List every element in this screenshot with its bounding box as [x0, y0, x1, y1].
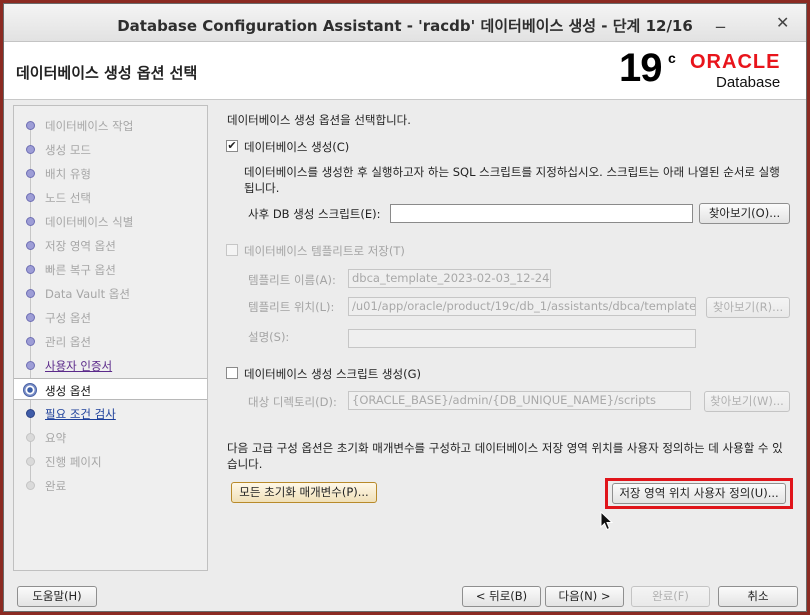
template-name-label: 템플리트 이름(A):: [248, 273, 336, 287]
page-title: 데이터베이스 생성 옵션 선택: [16, 64, 198, 82]
mouse-cursor-icon: [600, 511, 614, 531]
sidebar-step-label: 저장 영역 옵션: [45, 239, 116, 253]
window-title: Database Configuration Assistant - 'racd…: [117, 17, 693, 35]
step-status-icon: [26, 457, 35, 466]
sidebar-step: 저장 영역 옵션: [14, 234, 207, 256]
template-name-input[interactable]: dbca_template_2023-02-03_12-24-: [348, 269, 551, 288]
sidebar-step-label: 진행 페이지: [45, 455, 102, 469]
target-directory-input[interactable]: {ORACLE_BASE}/admin/{DB_UNIQUE_NAME}/scr…: [348, 391, 691, 410]
step-status-icon: [26, 433, 35, 442]
close-icon[interactable]: ✕: [776, 13, 789, 32]
advanced-options-text: 다음 고급 구성 옵션은 초기화 매개변수를 구성하고 데이터베이스 저장 영역…: [227, 441, 783, 471]
sidebar-step: 요약: [14, 426, 207, 448]
step-status-icon: [26, 145, 35, 154]
sidebar-step-label: 관리 옵션: [45, 335, 91, 349]
create-db-checkbox[interactable]: ✔: [226, 140, 238, 152]
sidebar-step-label: 노드 선택: [45, 191, 91, 205]
template-description-input[interactable]: [348, 329, 696, 348]
create-db-description: 데이터베이스를 생성한 후 실행하고자 하는 SQL 스크립트를 지정하십시오.…: [244, 165, 780, 195]
sidebar-step: Data Vault 옵션: [14, 282, 207, 304]
step-status-icon: [26, 121, 35, 130]
template-location-browse-button[interactable]: 찾아보기(R)...: [706, 297, 790, 318]
sidebar-step-label: 빠른 복구 옵션: [45, 263, 116, 277]
template-location-label: 템플리트 위치(L):: [248, 300, 335, 314]
sidebar-step-label: 완료: [45, 479, 67, 493]
page-header: 데이터베이스 생성 옵션 선택 19 c ORACLE Database: [4, 42, 806, 100]
sidebar-step-label: 필요 조건 검사: [45, 407, 116, 421]
sidebar-step[interactable]: 생성 옵션: [14, 378, 207, 400]
next-button[interactable]: 다음(N) >: [545, 586, 624, 607]
minimize-icon[interactable]: _: [716, 8, 725, 29]
sidebar-step-label: 배치 유형: [45, 167, 91, 181]
gen-scripts-checkbox[interactable]: [226, 367, 238, 379]
main-content: 데이터베이스 생성 옵션을 선택합니다. ✔ 데이터베이스 생성(C) 데이터베…: [213, 105, 800, 571]
step-status-icon: [26, 265, 35, 274]
brand-version-suffix: c: [668, 50, 676, 66]
step-status-icon: [26, 217, 35, 226]
brand-oracle: ORACLE: [690, 51, 781, 73]
finish-button[interactable]: 완료(F): [631, 586, 710, 607]
step-status-icon: [26, 241, 35, 250]
sidebar-step: 데이터베이스 식별: [14, 210, 207, 232]
back-button[interactable]: < 뒤로(B): [462, 586, 541, 607]
create-db-label[interactable]: 데이터베이스 생성(C): [244, 139, 349, 155]
sidebar-step: 빠른 복구 옵션: [14, 258, 207, 280]
customize-storage-button[interactable]: 저장 영역 위치 사용자 정의(U)...: [612, 483, 786, 504]
step-status-icon: [26, 193, 35, 202]
sidebar-step-label: 요약: [45, 431, 67, 445]
sidebar-step-label: 구성 옵션: [45, 311, 91, 325]
sidebar-step: 배치 유형: [14, 162, 207, 184]
intro-text: 데이터베이스 생성 옵션을 선택합니다.: [227, 113, 411, 127]
target-directory-browse-button[interactable]: 찾아보기(W)...: [704, 391, 790, 412]
sidebar-step: 완료: [14, 474, 207, 496]
sidebar-step: 데이터베이스 작업: [14, 114, 207, 136]
step-status-icon: [26, 289, 35, 298]
sidebar-step: 관리 옵션: [14, 330, 207, 352]
template-location-input[interactable]: /u01/app/oracle/product/19c/db_1/assista…: [348, 297, 696, 316]
step-status-icon: [26, 313, 35, 322]
sidebar-step-label: 사용자 인증서: [45, 359, 113, 373]
step-status-icon: [26, 361, 35, 370]
brand-database: Database: [716, 74, 781, 91]
step-status-icon: [23, 383, 37, 397]
sidebar-step: 노드 선택: [14, 186, 207, 208]
sidebar-step: 구성 옵션: [14, 306, 207, 328]
step-status-icon: [26, 481, 35, 490]
sidebar-step[interactable]: 필요 조건 검사: [14, 402, 207, 424]
sidebar-step-label: 생성 옵션: [45, 384, 91, 398]
dbca-window: Database Configuration Assistant - 'racd…: [3, 3, 807, 612]
post-script-label: 사후 DB 생성 스크립트(E):: [248, 207, 381, 221]
sidebar-step-label: Data Vault 옵션: [45, 287, 130, 301]
gen-scripts-label[interactable]: 데이터베이스 생성 스크립트 생성(G): [244, 366, 421, 382]
template-description-label: 설명(S):: [248, 330, 290, 344]
step-status-icon: [26, 409, 35, 418]
step-status-icon: [26, 169, 35, 178]
step-status-icon: [26, 337, 35, 346]
post-script-input[interactable]: [390, 204, 693, 223]
save-template-label[interactable]: 데이터베이스 템플리트로 저장(T): [244, 243, 405, 259]
sidebar-step-label: 데이터베이스 작업: [45, 119, 134, 133]
post-script-browse-button[interactable]: 찾아보기(O)...: [699, 203, 790, 224]
sidebar-step: 진행 페이지: [14, 450, 207, 472]
step-navigation: 데이터베이스 작업생성 모드배치 유형노드 선택데이터베이스 식별저장 영역 옵…: [13, 105, 208, 571]
cancel-button[interactable]: 취소: [718, 586, 798, 607]
target-directory-label: 대상 디렉토리(D):: [248, 395, 337, 409]
all-init-params-button[interactable]: 모든 초기화 매개변수(P)...: [231, 482, 377, 503]
sidebar-step: 생성 모드: [14, 138, 207, 160]
sidebar-step-label: 데이터베이스 식별: [45, 215, 134, 229]
sidebar-step-label: 생성 모드: [45, 143, 91, 157]
help-button[interactable]: 도움말(H): [17, 586, 97, 607]
brand-version: 19: [619, 46, 662, 90]
sidebar-step[interactable]: 사용자 인증서: [14, 354, 207, 376]
title-bar[interactable]: Database Configuration Assistant - 'racd…: [4, 4, 806, 42]
save-template-checkbox[interactable]: [226, 244, 238, 256]
